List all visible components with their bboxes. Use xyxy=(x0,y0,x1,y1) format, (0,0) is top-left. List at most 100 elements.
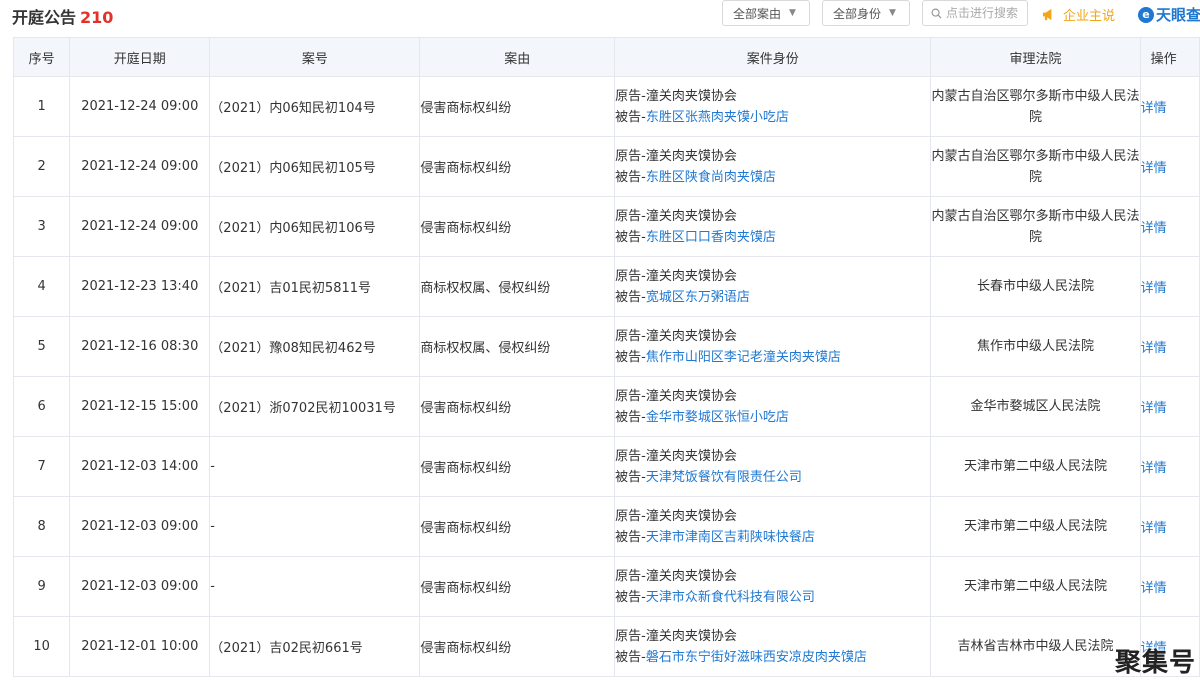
search-icon xyxy=(931,8,942,19)
row-parties: 原告-潼关肉夹馍协会被告-天津市津南区吉莉陕味快餐店 xyxy=(614,496,932,557)
defendant-link[interactable]: 金华市婺城区张恒小吃店 xyxy=(646,410,789,425)
row-case-reason: 侵害商标权纠纷 xyxy=(419,196,616,257)
row-date: 2021-12-24 09:00 xyxy=(69,76,211,137)
plaintiff-name: 潼关肉夹馍协会 xyxy=(645,208,737,224)
row-parties: 原告-潼关肉夹馍协会 被告-金华市婺城区张恒小吃店 xyxy=(614,376,932,437)
row-court: 吉林省吉林市中级人民法院 xyxy=(930,616,1141,677)
plaintiff-label: 原告- xyxy=(615,328,646,344)
plaintiff-label: 原告- xyxy=(615,448,646,464)
defendant-link[interactable]: 焦作市山阳区李记老潼关肉夹馍店 xyxy=(646,350,841,365)
plaintiff-label: 原告- xyxy=(615,628,646,644)
row-case-number: （2021）内06知民初104号 xyxy=(209,76,421,137)
plaintiff-name: 潼关肉夹馍协会 xyxy=(645,508,737,524)
chevron-down-icon: ▼ xyxy=(889,8,896,18)
row-parties: 原告-潼关肉夹馍协会 被告-东胜区口口香肉夹馍店 xyxy=(614,196,932,257)
row-date: 2021-12-24 09:00 xyxy=(69,196,211,257)
defendant-link[interactable]: 东胜区口口香肉夹馍店 xyxy=(646,230,776,245)
defendant-link[interactable]: 磐石市东宁街好滋味西安凉皮肉夹馍店 xyxy=(646,650,867,665)
defendant-label: 被告- xyxy=(615,289,646,305)
row-court: 内蒙古自治区鄂尔多斯市中级人民法院 xyxy=(930,196,1141,257)
detail-link[interactable]: 详情 xyxy=(1139,136,1200,197)
promo-label: 企业主说 xyxy=(1063,9,1116,24)
row-parties: 原告-潼关肉夹馍协会 被告-磐石市东宁街好滋味西安凉皮肉夹馍店 xyxy=(614,616,932,677)
row-case-number: （2021）豫08知民初462号 xyxy=(209,316,421,377)
row-date: 2021-12-03 09:00 xyxy=(69,496,211,557)
detail-link[interactable]: 详情 xyxy=(1139,256,1200,317)
row-date: 2021-12-16 08:30 xyxy=(69,316,211,377)
detail-link[interactable]: 详情 xyxy=(1139,496,1200,557)
defendant-link[interactable]: 天津市众新食代科技有限公司 xyxy=(646,590,815,605)
detail-link[interactable]: 详情 xyxy=(1139,556,1200,617)
row-case-number: - xyxy=(209,556,421,617)
defendant-label: 被告- xyxy=(615,229,646,245)
result-count: 210 xyxy=(80,8,114,27)
column-header-index: 序号 xyxy=(12,37,71,77)
search-input[interactable] xyxy=(946,6,1022,20)
court-hearing-table: 序号 开庭日期 案号 案由 案件身份 审理法院 操作 1 2021-12-24 0… xyxy=(12,37,1200,677)
plaintiff-label: 原告- xyxy=(615,88,646,104)
defendant-label: 被告- xyxy=(615,169,646,185)
table-row: 3 2021-12-24 09:00 （2021）内06知民初106号 侵害商标权纠纷… xyxy=(12,196,1200,257)
row-case-number: - xyxy=(209,496,421,557)
row-case-number: （2021）浙0702民初10031号 xyxy=(209,376,421,437)
brand-name: 天眼查 xyxy=(1156,6,1200,24)
defendant-link[interactable]: 东胜区陕食尚肉夹馍店 xyxy=(646,170,776,185)
identity-filter[interactable]: 全部身份 ▼ xyxy=(822,0,910,26)
row-court: 金华市婺城区人民法院 xyxy=(930,376,1141,437)
plaintiff-label: 原告- xyxy=(615,508,646,524)
row-court: 天津市第二中级人民法院 xyxy=(930,556,1141,617)
defendant-link[interactable]: 东胜区张燕肉夹馍小吃店 xyxy=(646,110,789,125)
column-header-court: 审理法院 xyxy=(930,37,1141,77)
watermark: 聚集号 xyxy=(1114,648,1196,678)
table-row: 9 2021-12-03 09:00- 侵害商标权纠纷 原告-潼关肉夹馍协会 被告-天津… xyxy=(12,556,1200,617)
detail-link[interactable]: 详情 xyxy=(1139,76,1200,137)
table-row: 6 2021-12-15 15:00 （2021）浙0702民初10031号 侵害商标… xyxy=(12,376,1200,437)
defendant-link[interactable]: 天津梵饭餐饮有限责任公司 xyxy=(646,470,802,485)
plaintiff-label: 原告- xyxy=(615,268,646,284)
row-parties: 原告-潼关肉夹馍协会被告-天津梵饭餐饮有限责任公司 xyxy=(614,436,932,497)
table-row: 5 2021-12-16 08:30 （2021）豫08知民初462号 商标权权属、侵… xyxy=(12,316,1200,377)
row-court: 焦作市中级人民法院 xyxy=(930,316,1141,377)
defendant-label: 被告- xyxy=(615,469,646,485)
column-header-date: 开庭日期 xyxy=(69,37,211,77)
row-date: 2021-12-24 09:00 xyxy=(69,136,211,197)
defendant-label: 被告- xyxy=(615,529,646,545)
table-row: 2 2021-12-24 09:00 （2021）内06知民初105号 侵害商标权纠纷… xyxy=(12,136,1200,197)
brand-logo[interactable]: e 天眼查 xyxy=(1138,4,1200,25)
plaintiff-name: 潼关肉夹馍协会 xyxy=(645,448,737,464)
promo-link[interactable]: 企业主说 xyxy=(1042,5,1115,24)
row-index: 1 xyxy=(12,76,71,137)
row-case-reason: 侵害商标权纠纷 xyxy=(419,136,616,197)
table-body: 1 2021-12-24 09:00 （2021）内06知民初104号 侵害商标权纠纷… xyxy=(12,76,1200,677)
section-title-text: 开庭公告 xyxy=(12,8,77,27)
plaintiff-label: 原告- xyxy=(615,568,646,584)
row-date: 2021-12-15 15:00 xyxy=(69,376,211,437)
detail-link[interactable]: 详情 xyxy=(1139,436,1200,497)
row-parties: 原告-潼关肉夹馍协会 被告-天津市众新食代科技有限公司 xyxy=(614,556,932,617)
row-case-reason: 商标权权属、侵权纠纷 xyxy=(419,256,616,317)
row-date: 2021-12-03 09:00 xyxy=(69,556,211,617)
detail-link[interactable]: 详情 xyxy=(1139,196,1200,257)
row-index: 2 xyxy=(12,136,71,197)
search-box[interactable] xyxy=(922,0,1028,26)
defendant-label: 被告- xyxy=(615,349,646,365)
defendant-link[interactable]: 天津市津南区吉莉陕味快餐店 xyxy=(646,530,815,545)
row-index: 7 xyxy=(12,436,71,497)
table-row: 1 2021-12-24 09:00 （2021）内06知民初104号 侵害商标权纠纷… xyxy=(12,76,1200,137)
plaintiff-name: 潼关肉夹馍协会 xyxy=(645,628,737,644)
toolbar: 开庭公告210 全部案由 ▼ 全部身份 ▼ 企业主说 e天眼查 xyxy=(0,0,1200,30)
row-parties: 原告-潼关肉夹馍协会 被告-焦作市山阳区李记老潼关肉夹馍店 xyxy=(614,316,932,377)
case-reason-filter[interactable]: 全部案由 ▼ xyxy=(722,0,810,26)
detail-link[interactable]: 详情 xyxy=(1139,316,1200,377)
section-title: 开庭公告 210 xyxy=(12,4,113,28)
row-parties: 原告-潼关肉夹馍协会 被告-东胜区张燕肉夹馍小吃店 xyxy=(614,76,932,137)
row-case-reason: 侵害商标权纠纷 xyxy=(419,436,616,497)
plaintiff-label: 原告- xyxy=(615,388,646,404)
detail-link[interactable]: 详情 xyxy=(1139,376,1200,437)
row-index: 10 xyxy=(12,616,71,677)
row-court: 天津市第二中级人民法院 xyxy=(930,436,1141,497)
defendant-label: 被告- xyxy=(615,589,646,605)
row-date: 2021-12-03 14:00 xyxy=(69,436,211,497)
row-case-number: （2021）内06知民初106号 xyxy=(209,196,421,257)
defendant-link[interactable]: 宽城区东万粥语店 xyxy=(646,290,750,305)
